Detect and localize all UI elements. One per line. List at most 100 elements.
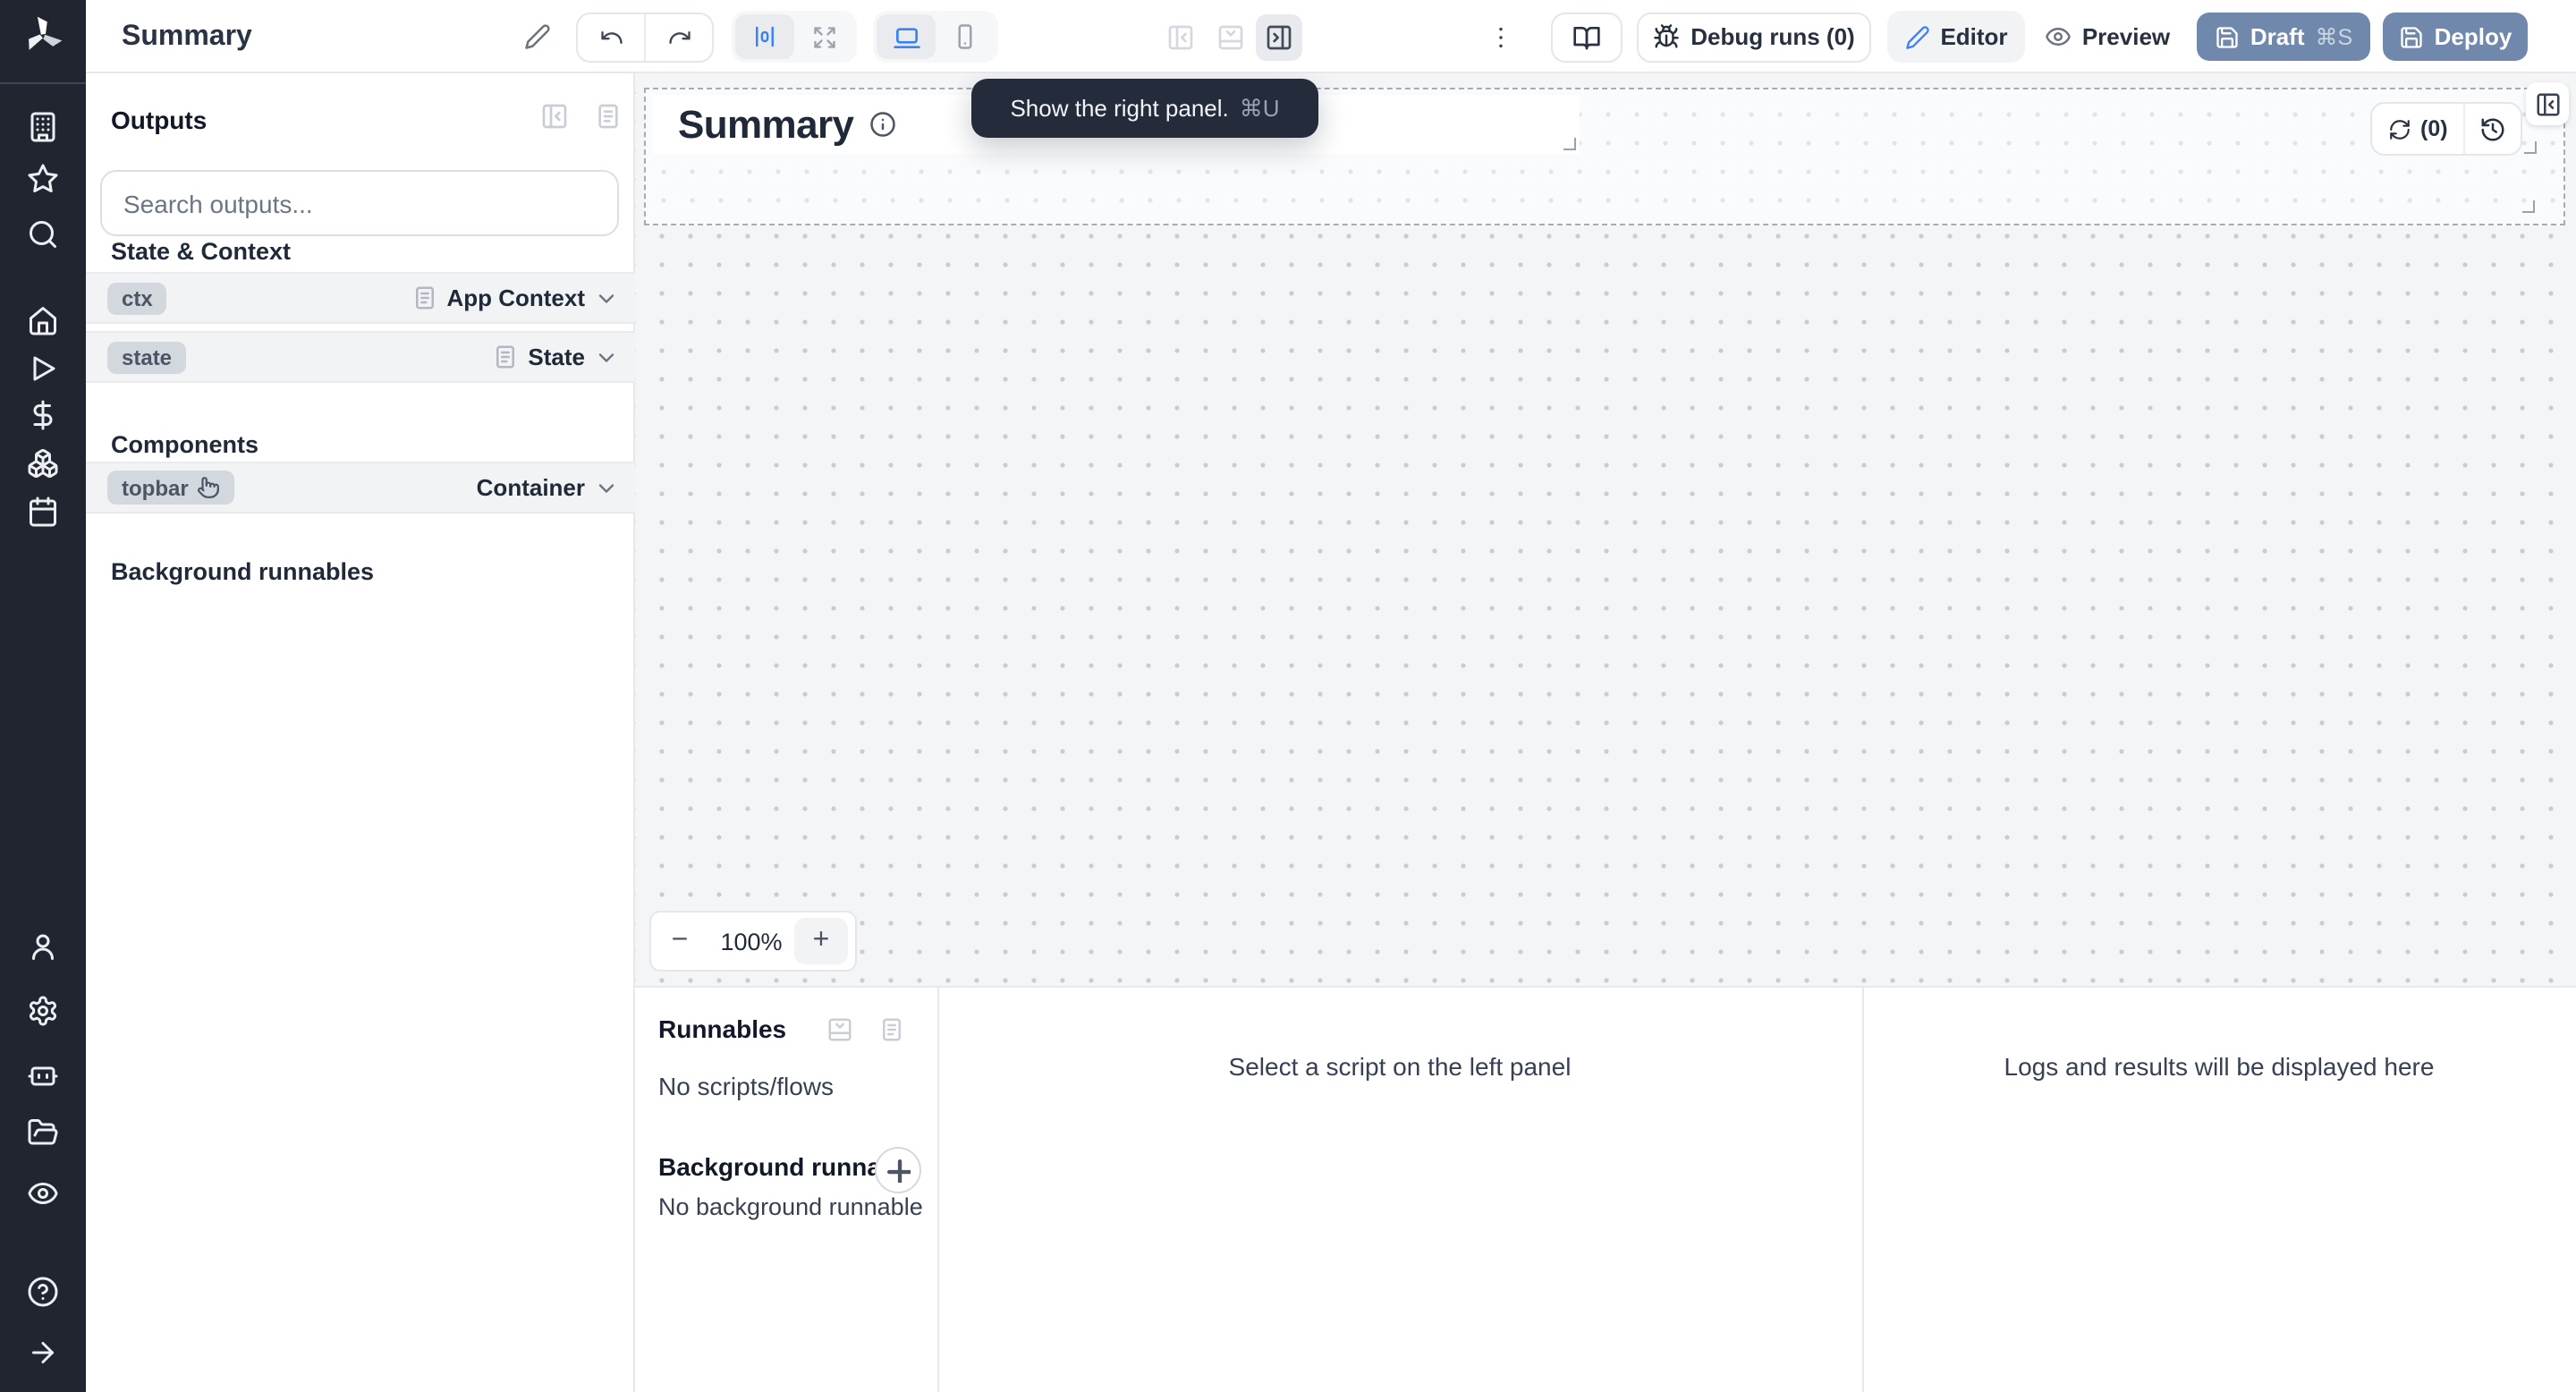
top-toolbar: Summary Debug runs (0) Editor Preview Dr… xyxy=(86,0,2576,73)
draft-label: Draft xyxy=(2250,23,2305,50)
outputs-panel: Outputs State & Context ctx App Context … xyxy=(86,73,635,1392)
docs-button[interactable] xyxy=(1551,12,1623,62)
toggle-right-panel-button[interactable] xyxy=(1256,13,1302,60)
bottom-panel: Runnables No scripts/flows Background ru… xyxy=(635,986,2576,1392)
folder-open-icon[interactable] xyxy=(27,1116,59,1149)
topbar-badge: topbar xyxy=(107,471,235,505)
play-icon[interactable] xyxy=(27,352,59,385)
debug-runs-label: Debug runs (0) xyxy=(1690,23,1855,50)
help-icon[interactable] xyxy=(27,1276,59,1308)
toggle-bottom-panel-button[interactable] xyxy=(1209,15,1252,58)
canvas-summary-title: Summary xyxy=(678,101,854,146)
runnables-doc-button[interactable] xyxy=(873,1011,909,1047)
user-icon[interactable] xyxy=(27,930,59,963)
building-icon[interactable] xyxy=(27,111,59,143)
app-title: Summary xyxy=(122,21,252,52)
preview-tab[interactable]: Preview xyxy=(2036,11,2179,63)
chevron-down-icon[interactable] xyxy=(594,475,619,500)
pencil-icon xyxy=(1904,24,1929,49)
topbar-container-component[interactable]: Summary (0) xyxy=(644,88,2565,225)
app-canvas[interactable]: Summary (0) Show the right panel. ⌘U − 1… xyxy=(635,73,2576,986)
output-row-ctx[interactable]: ctx App Context xyxy=(86,272,635,324)
panel-left-icon xyxy=(1166,22,1195,51)
pencil-icon xyxy=(523,22,550,49)
add-background-runnable-button[interactable] xyxy=(875,1147,921,1193)
zoom-out-button[interactable]: − xyxy=(651,925,708,957)
undo-button[interactable] xyxy=(578,14,644,61)
editor-tab-label: Editor xyxy=(1940,23,2008,50)
windmill-logo[interactable] xyxy=(20,13,66,59)
bug-icon xyxy=(1653,23,1680,50)
row-type-label: App Context xyxy=(446,284,585,311)
resize-handle[interactable] xyxy=(2524,141,2537,154)
output-row-state[interactable]: state State xyxy=(86,331,635,383)
kebab-icon xyxy=(1487,22,1515,51)
collapse-runnables-button[interactable] xyxy=(821,1011,857,1047)
document-icon xyxy=(877,1015,904,1042)
collapse-outputs-button[interactable] xyxy=(537,98,572,134)
ctx-badge: ctx xyxy=(107,282,167,314)
runnables-title: Runnables xyxy=(658,1014,787,1043)
debug-runs-button[interactable]: Debug runs (0) xyxy=(1637,12,1871,62)
chevron-down-icon[interactable] xyxy=(594,344,619,369)
refresh-icon xyxy=(2388,117,2411,140)
panel-bottom-icon xyxy=(826,1015,852,1042)
output-row-topbar[interactable]: topbar Container xyxy=(86,462,635,514)
refresh-count: (0) xyxy=(2420,116,2448,141)
plus-icon xyxy=(886,1159,910,1182)
search-icon[interactable] xyxy=(27,218,59,250)
chevron-down-icon[interactable] xyxy=(594,285,619,310)
tooltip-text: Show the right panel. xyxy=(1010,95,1229,122)
deploy-label: Deploy xyxy=(2434,23,2512,50)
mobile-mode-button[interactable] xyxy=(936,14,995,59)
logs-section: Logs and results will be displayed here xyxy=(1862,988,2576,1392)
draft-button[interactable]: Draft ⌘S xyxy=(2197,13,2370,61)
expand-panel-button[interactable] xyxy=(2526,82,2569,125)
dollar-icon[interactable] xyxy=(27,399,59,431)
app-editor-window: Summary Debug runs (0) Editor Preview Dr… xyxy=(0,0,2576,1392)
resize-handle[interactable] xyxy=(1563,138,1576,150)
panel-collapse-icon xyxy=(540,102,569,131)
edit-title-button[interactable] xyxy=(515,14,558,57)
toggle-left-panel-button[interactable] xyxy=(1159,15,1202,58)
select-script-message: Select a script on the left panel xyxy=(1228,1052,1572,1081)
gear-icon[interactable] xyxy=(27,995,59,1027)
boxes-icon[interactable] xyxy=(27,447,59,480)
arrow-right-icon[interactable] xyxy=(27,1337,59,1369)
tooltip-shortcut: ⌘U xyxy=(1239,94,1280,121)
star-icon[interactable] xyxy=(27,163,59,195)
deploy-button[interactable]: Deploy xyxy=(2383,13,2528,61)
save-icon xyxy=(2215,24,2240,49)
history-button[interactable] xyxy=(2463,104,2521,154)
search-outputs-input[interactable] xyxy=(100,170,619,236)
sidebar-divider xyxy=(0,82,86,84)
editor-tab[interactable]: Editor xyxy=(1887,11,2025,63)
panel-right-icon xyxy=(1265,22,1293,51)
hand-pointer-cursor-icon xyxy=(198,476,221,499)
refresh-button[interactable]: (0) xyxy=(2372,104,2464,154)
fixed-width-button[interactable] xyxy=(735,14,794,59)
document-icon xyxy=(492,344,519,370)
resize-handle[interactable] xyxy=(2522,200,2535,213)
save-icon xyxy=(2399,24,2424,49)
document-icon xyxy=(594,102,623,131)
background-runnables-heading: Background runnables xyxy=(111,558,375,585)
width-mode-group xyxy=(732,11,857,63)
no-scripts-message: No scripts/flows xyxy=(658,1072,835,1100)
background-runnables-title: Background runna... xyxy=(658,1152,902,1181)
zoom-in-button[interactable]: + xyxy=(794,918,848,964)
eye-icon[interactable] xyxy=(27,1177,59,1210)
redo-icon xyxy=(666,25,691,50)
bot-icon[interactable] xyxy=(27,1057,59,1090)
calendar-icon[interactable] xyxy=(27,496,59,528)
full-width-button[interactable] xyxy=(794,14,853,59)
redo-button[interactable] xyxy=(644,14,712,61)
home-icon[interactable] xyxy=(27,304,59,336)
tooltip: Show the right panel. ⌘U xyxy=(971,79,1318,138)
smartphone-icon xyxy=(952,23,979,50)
row-type-label: State xyxy=(528,344,585,370)
desktop-mode-button[interactable] xyxy=(877,14,936,59)
more-options-button[interactable] xyxy=(1479,15,1522,58)
outputs-doc-button[interactable] xyxy=(590,98,626,134)
info-icon xyxy=(869,111,896,138)
